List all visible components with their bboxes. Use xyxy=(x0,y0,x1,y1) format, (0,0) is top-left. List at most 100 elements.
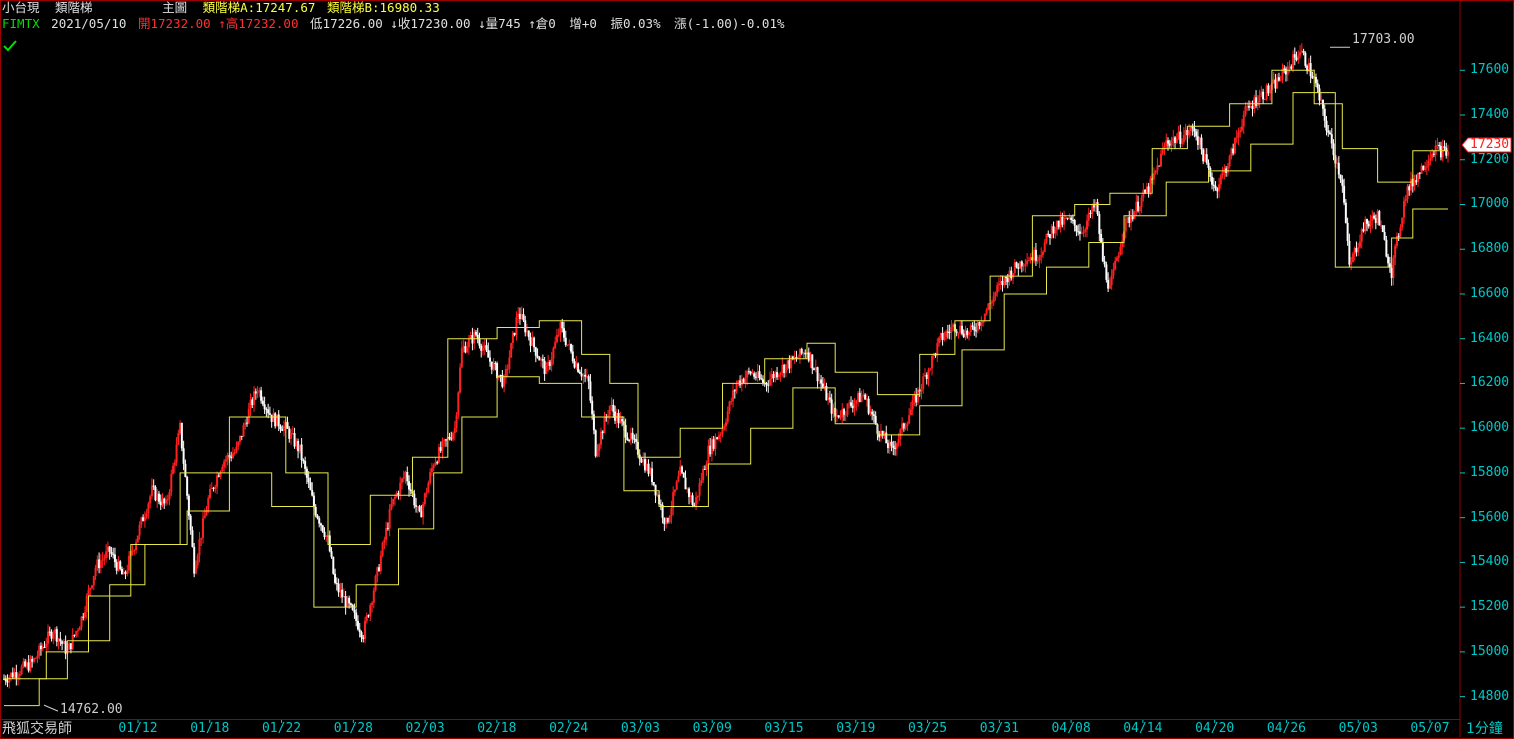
candle-body xyxy=(751,373,754,375)
candle-body xyxy=(161,498,164,506)
candle-body xyxy=(131,551,134,553)
candle-body xyxy=(552,348,555,359)
candle-body xyxy=(1265,85,1268,100)
candle-body xyxy=(348,597,351,604)
candle-body xyxy=(1441,146,1444,158)
candle-body xyxy=(555,335,558,343)
candle-body xyxy=(906,423,909,426)
candle-body xyxy=(802,352,805,354)
candle-body xyxy=(1195,131,1198,137)
candle-body xyxy=(983,313,986,322)
candle-body xyxy=(698,483,701,496)
candle-body xyxy=(436,462,439,464)
candle-body xyxy=(878,433,881,438)
candle-body xyxy=(726,411,729,423)
candle-body xyxy=(1327,130,1330,133)
candle-body xyxy=(397,492,400,495)
candle-body xyxy=(971,325,974,327)
candle-body xyxy=(1086,220,1088,230)
candle-body xyxy=(948,331,951,333)
candle-body xyxy=(1152,173,1155,180)
candle-body xyxy=(279,426,282,430)
candle-body xyxy=(1336,162,1339,164)
candle-body xyxy=(679,466,682,476)
candle-body xyxy=(307,477,310,483)
price-chart[interactable] xyxy=(0,0,1514,739)
candle-body xyxy=(450,438,453,440)
candle-body xyxy=(1207,162,1210,168)
candle-body xyxy=(140,517,143,525)
candle-body xyxy=(874,415,877,425)
candle-body xyxy=(275,414,278,427)
candle-body xyxy=(823,385,826,388)
candle-body xyxy=(224,459,227,462)
candle-body xyxy=(962,333,965,338)
candle-body xyxy=(844,414,847,416)
candle-body xyxy=(36,655,39,659)
min-price-annotation: 14762.00 xyxy=(60,702,123,717)
candle-body xyxy=(754,376,757,378)
candle-body xyxy=(41,646,44,650)
candle-body xyxy=(1167,140,1170,144)
y-tick-label: 15400 xyxy=(1470,554,1510,570)
candle-body xyxy=(297,440,300,452)
candle-body xyxy=(904,425,907,429)
candle-body xyxy=(1117,255,1120,259)
candle-body xyxy=(1189,126,1192,132)
candle-body xyxy=(1144,189,1147,193)
candle-body xyxy=(1057,220,1060,228)
period-selector[interactable]: 1分鐘 xyxy=(1466,721,1503,737)
candle-body xyxy=(649,468,652,474)
candle-body xyxy=(832,407,835,414)
candle-body xyxy=(864,394,867,400)
candle-body xyxy=(1397,235,1400,237)
candle-body xyxy=(159,501,162,506)
candle-body xyxy=(429,472,432,483)
candle-body xyxy=(520,314,523,319)
candle-body xyxy=(32,658,35,662)
candle-body xyxy=(865,398,868,400)
candle-body xyxy=(290,433,293,439)
max-price-annotation: 17703.00 xyxy=(1352,32,1415,47)
candle-body xyxy=(957,332,960,334)
candle-body xyxy=(774,372,777,379)
candle-body xyxy=(665,518,668,525)
candle-body xyxy=(157,493,160,502)
candle-body xyxy=(798,348,801,358)
candle-body xyxy=(443,439,446,442)
candle-body xyxy=(628,440,631,442)
candle-body xyxy=(911,400,914,410)
candle-body xyxy=(1061,216,1064,225)
candle-body xyxy=(758,371,761,379)
candle-body xyxy=(466,347,469,353)
candle-body xyxy=(1332,143,1335,156)
candle-body xyxy=(909,409,912,416)
candle-body xyxy=(1087,212,1090,221)
candle-body xyxy=(1004,277,1007,279)
candle-body xyxy=(1020,261,1023,267)
candle-body xyxy=(536,355,539,358)
candle-body xyxy=(1105,264,1108,280)
candle-body xyxy=(138,524,141,536)
candle-body xyxy=(562,328,565,338)
candle-body xyxy=(87,589,90,596)
candle-body xyxy=(106,546,109,552)
candle-body xyxy=(767,384,770,386)
candle-body xyxy=(425,492,428,494)
candle-body xyxy=(112,553,115,555)
candle-body xyxy=(714,437,717,449)
candle-body xyxy=(349,603,352,605)
candle-body xyxy=(13,672,16,678)
candle-body xyxy=(321,525,324,532)
candle-body xyxy=(772,374,775,379)
candle-body xyxy=(1149,178,1152,193)
candle-body xyxy=(261,400,264,405)
candle-body xyxy=(654,484,657,496)
candle-body xyxy=(610,404,613,407)
candle-body xyxy=(1107,279,1110,289)
candle-body xyxy=(1323,108,1326,121)
candle-body xyxy=(217,475,220,477)
candle-body xyxy=(61,641,64,644)
candle-body xyxy=(1041,251,1044,255)
candle-body xyxy=(1438,144,1441,147)
